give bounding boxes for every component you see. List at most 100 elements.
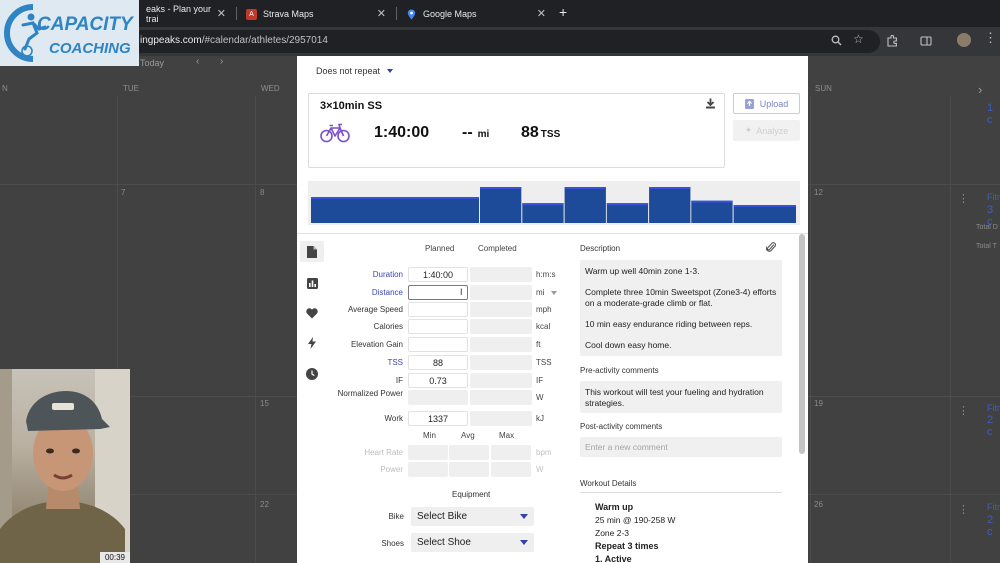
structure-bar-top — [522, 203, 564, 206]
calendar-workout-link[interactable]: Fitr — [987, 403, 1000, 413]
document-icon[interactable] — [305, 245, 319, 259]
distance-number: -- — [462, 124, 473, 141]
close-icon[interactable]: ✕ — [537, 7, 546, 20]
calendar-workout-link[interactable]: Fitr — [987, 192, 1000, 202]
structure-bar — [733, 205, 796, 223]
power-max-input[interactable] — [491, 462, 531, 477]
download-icon[interactable] — [705, 98, 716, 109]
bike-select-value: Select Bike — [417, 511, 468, 522]
duration-completed-input[interactable] — [470, 267, 532, 282]
workout-title[interactable]: 3×10min SS — [320, 100, 382, 112]
calendar-total: Total T — [976, 243, 997, 250]
zoom-icon[interactable] — [831, 35, 842, 46]
chevron-down-icon — [520, 514, 528, 519]
grid-line — [950, 96, 951, 563]
new-tab-icon[interactable]: + — [559, 4, 567, 20]
tab-google-maps[interactable]: Google Maps ✕ — [398, 3, 554, 25]
scrollbar[interactable] — [799, 234, 805, 454]
workout-structure-chart — [308, 181, 800, 225]
chevron-left-icon[interactable]: ‹ — [196, 56, 199, 67]
structure-bar-top — [311, 197, 479, 200]
url-field[interactable]: ingpeaks.com/#calendar/athletes/2957014 — [120, 30, 880, 53]
repeat-dropdown[interactable]: Does not repeat — [316, 66, 394, 76]
distance-completed-input[interactable] — [470, 285, 532, 300]
average-speed-completed-input[interactable] — [470, 302, 532, 317]
more-options-icon[interactable]: ⋮ — [958, 505, 969, 516]
tss-completed-input[interactable] — [470, 355, 532, 370]
presenter-image — [0, 369, 130, 563]
heart-rate-min-input[interactable] — [408, 445, 448, 460]
strava-maps-favicon-icon: A — [246, 8, 257, 20]
description-paragraph: Cool down easy home. — [585, 340, 672, 350]
unit-dropdown-icon[interactable] — [551, 291, 557, 295]
bookmark-star-icon[interactable]: ☆ — [853, 33, 864, 45]
description-label: Description — [580, 244, 621, 253]
calendar-workout-link[interactable]: 1 c — [987, 102, 1000, 126]
average-speed-planned-input[interactable] — [408, 302, 468, 317]
distance-value: -- mi — [462, 124, 489, 142]
structure-bar — [311, 197, 479, 223]
more-options-icon[interactable]: ⋮ — [958, 406, 969, 417]
post-activity-comment-input[interactable]: Enter a new comment — [580, 437, 782, 457]
description-text[interactable]: Warm up well 40min zone 1-3. Complete th… — [580, 260, 782, 356]
calendar-workout-link[interactable]: 2 c — [987, 514, 1000, 538]
close-icon[interactable]: ✕ — [377, 7, 386, 20]
logo-line-2: COACHING — [49, 40, 131, 57]
profile-avatar[interactable] — [957, 33, 971, 47]
close-icon[interactable]: ✕ — [217, 7, 226, 20]
if-completed-input[interactable] — [470, 373, 532, 388]
power-avg-input[interactable] — [449, 462, 489, 477]
duration-planned-input[interactable]: 1:40:00 — [408, 267, 468, 282]
day-number: 22 — [260, 500, 269, 509]
extensions-icon[interactable] — [886, 35, 898, 47]
shoes-select-value: Select Shoe — [417, 537, 471, 548]
if-label: IF — [395, 376, 403, 385]
chevron-right-icon[interactable]: › — [978, 82, 982, 97]
structure-bar-top — [564, 187, 606, 189]
tab-strava-maps[interactable]: A Strava Maps ✕ — [238, 3, 394, 25]
menu-dots-icon[interactable]: ⋮ — [984, 31, 997, 44]
power-min-input[interactable] — [408, 462, 448, 477]
normalized-power-planned-input[interactable] — [408, 390, 468, 405]
work-planned-input[interactable]: 1337 — [408, 411, 468, 426]
sidebar-icon[interactable] — [920, 35, 932, 47]
heart-rate-max-input[interactable] — [491, 445, 531, 460]
day-number: 8 — [260, 188, 265, 197]
duration-label[interactable]: Duration — [297, 270, 403, 280]
address-bar: ingpeaks.com/#calendar/athletes/2957014 … — [0, 27, 1000, 56]
more-options-icon[interactable]: ⋮ — [958, 194, 969, 205]
calories-completed-input[interactable] — [470, 319, 532, 334]
paperclip-icon[interactable] — [766, 241, 776, 253]
chevron-right-icon[interactable]: › — [220, 56, 223, 67]
if-planned-input[interactable]: 0.73 — [408, 373, 468, 388]
distance-label[interactable]: Distance — [297, 288, 403, 298]
tab-trainingpeaks[interactable]: eaks - Plan your trai ✕ — [138, 3, 234, 25]
calendar-workout-link[interactable]: 2 c — [987, 414, 1000, 438]
elevation-gain-planned-input[interactable] — [408, 337, 468, 352]
bike-select[interactable]: Select Bike — [411, 507, 534, 526]
workout-step-detail: 25 min @ 190-258 W — [595, 515, 676, 525]
tss-number: 88 — [521, 124, 539, 141]
calendar-workout-link[interactable]: Fitr — [987, 502, 1000, 512]
day-header: N — [2, 84, 8, 93]
heart-rate-avg-input[interactable] — [449, 445, 489, 460]
upload-button[interactable]: Upload — [733, 93, 800, 114]
today-button[interactable]: Today — [140, 58, 164, 68]
distance-planned-input[interactable] — [408, 285, 468, 300]
work-completed-input[interactable] — [470, 411, 532, 426]
normalized-power-completed-input[interactable] — [470, 390, 532, 405]
workout-summary-card: 3×10min SS 1:40:00 -- mi 88 TSS — [308, 93, 725, 168]
calories-planned-input[interactable] — [408, 319, 468, 334]
structure-bar — [522, 203, 564, 223]
calories-label: Calories — [373, 322, 403, 331]
repeat-value: Does not repeat — [316, 66, 381, 76]
avg-column-header: Avg — [461, 431, 475, 440]
elevation-gain-completed-input[interactable] — [470, 337, 532, 352]
tss-label[interactable]: TSS — [297, 358, 403, 368]
shoes-select[interactable]: Select Shoe — [411, 533, 534, 552]
workout-step-title: Warm up — [595, 502, 634, 512]
structure-bar-top — [733, 205, 796, 207]
tss-planned-input[interactable]: 88 — [408, 355, 468, 370]
analyze-button[interactable]: ✦ Analyze — [733, 120, 800, 141]
day-number: 12 — [814, 188, 823, 197]
